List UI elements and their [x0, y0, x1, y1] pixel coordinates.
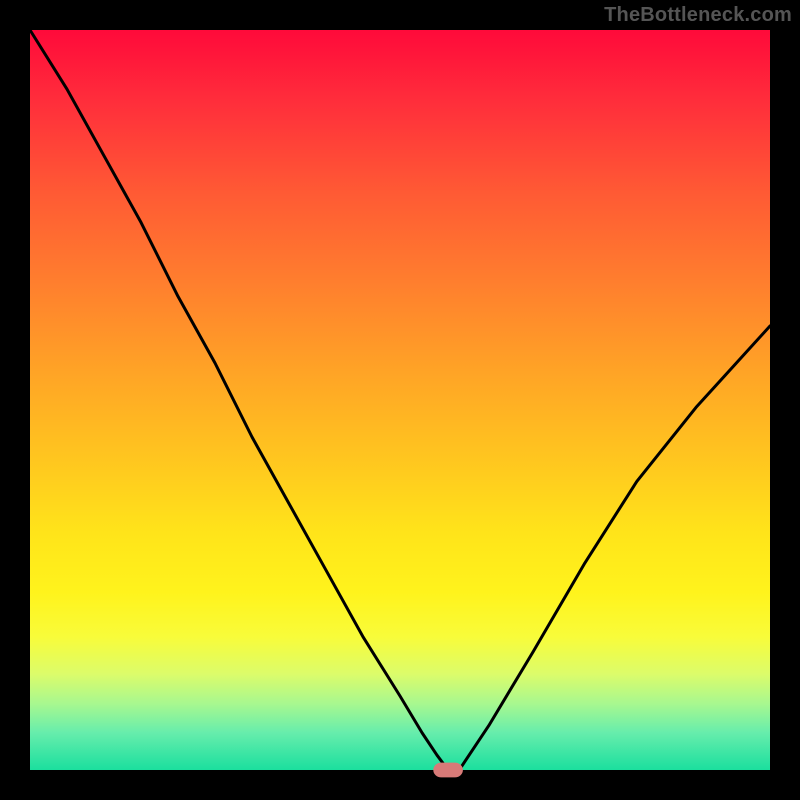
curve-svg [30, 30, 770, 770]
bottleneck-curve [30, 30, 770, 770]
optimum-marker [433, 763, 463, 778]
watermark-text: TheBottleneck.com [604, 4, 792, 27]
chart-frame: TheBottleneck.com [0, 0, 800, 800]
gradient-plot-area [30, 30, 770, 770]
